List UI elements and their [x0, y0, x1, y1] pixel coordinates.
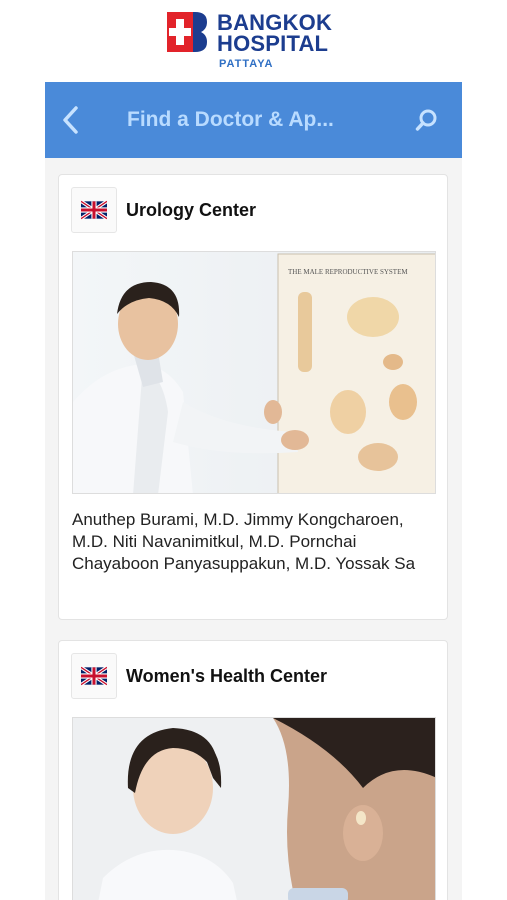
- hospital-logo: BANGKOK HOSPITAL PATTAYA: [0, 0, 507, 78]
- department-photo[interactable]: [72, 717, 436, 900]
- hospital-cross-logo-icon: [167, 12, 207, 52]
- department-card[interactable]: Women's Health Center: [58, 640, 448, 900]
- doctor-photo-image: THE MALE REPRODUCTIVE SYSTEM: [73, 252, 435, 493]
- uk-flag-icon: [81, 665, 107, 687]
- language-flag-button[interactable]: [71, 653, 117, 699]
- search-icon: [415, 109, 437, 131]
- card-header: Urology Center: [71, 187, 256, 233]
- title-bar: Find a Doctor & Ap...: [45, 82, 462, 158]
- department-card[interactable]: Urology Center THE MALE REPRODUCTIVE SYS…: [58, 174, 448, 620]
- department-title[interactable]: Urology Center: [126, 200, 256, 221]
- doctor-list-text: Anuthep Burami, M.D. Jimmy Kongcharoen, …: [72, 510, 416, 573]
- uk-flag-icon: [81, 199, 107, 221]
- page-title: Find a Doctor & Ap...: [127, 108, 334, 131]
- department-title[interactable]: Women's Health Center: [126, 666, 327, 687]
- chart-caption: THE MALE REPRODUCTIVE SYSTEM: [288, 268, 408, 276]
- department-photo[interactable]: THE MALE REPRODUCTIVE SYSTEM: [72, 251, 436, 494]
- card-header: Women's Health Center: [71, 653, 327, 699]
- language-flag-button[interactable]: [71, 187, 117, 233]
- department-list[interactable]: Urology Center THE MALE REPRODUCTIVE SYS…: [45, 158, 462, 900]
- doctor-patient-photo-image: [73, 718, 435, 900]
- brand-line-2: HOSPITAL: [217, 31, 329, 56]
- back-button[interactable]: [53, 104, 89, 136]
- search-button[interactable]: [412, 104, 442, 136]
- brand-location: PATTAYA: [219, 58, 274, 70]
- chevron-left-icon: [63, 106, 78, 134]
